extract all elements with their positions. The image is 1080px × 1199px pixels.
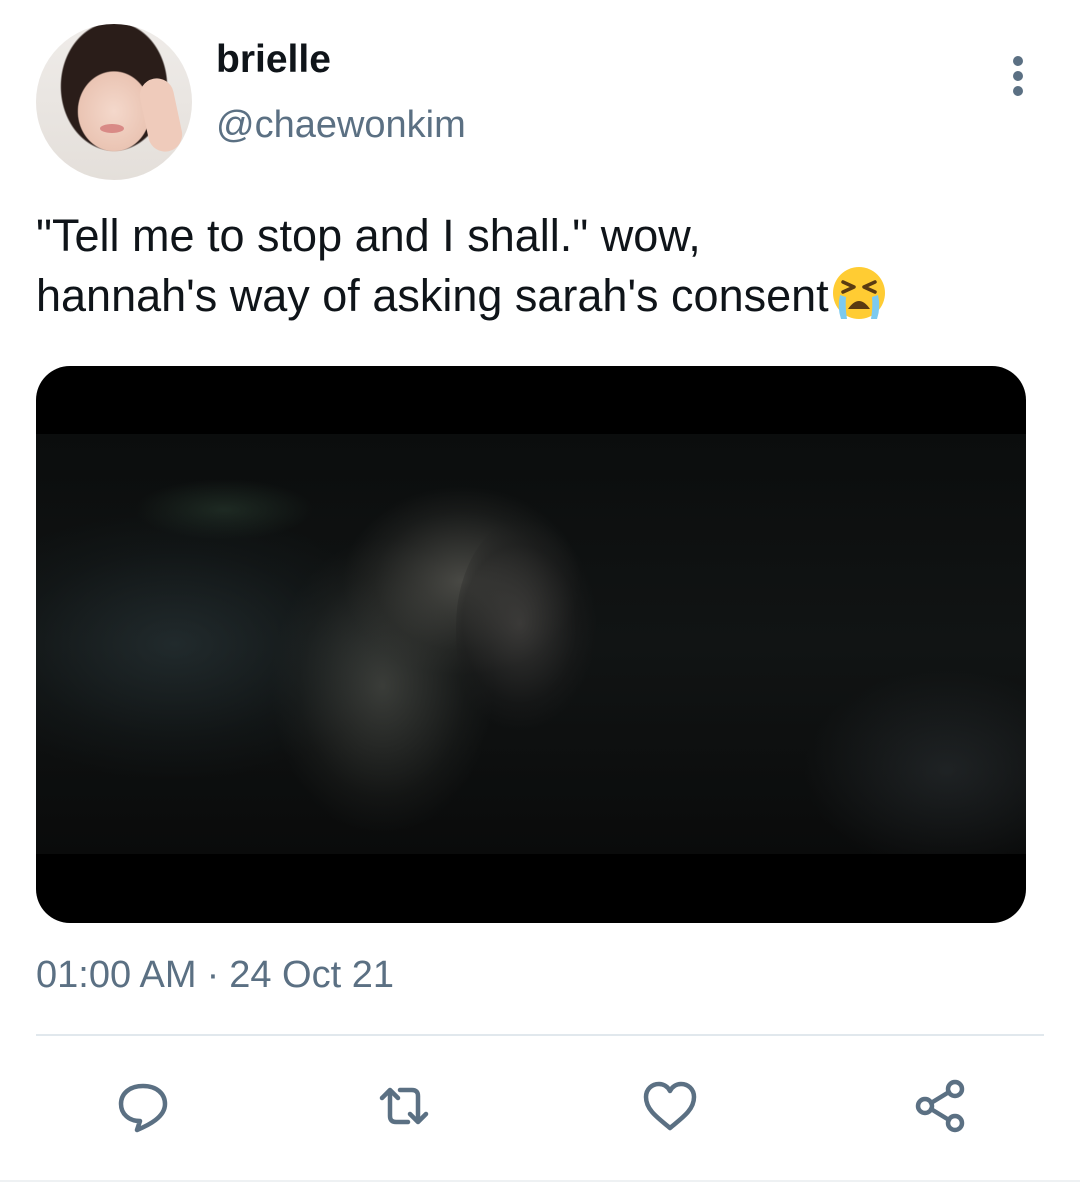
action-bar xyxy=(0,1070,1080,1150)
timestamp-separator: · xyxy=(206,954,220,996)
bottom-divider xyxy=(0,1180,1080,1182)
avatar-hand xyxy=(136,75,186,155)
heart-icon xyxy=(643,1081,697,1131)
tweet-text: "Tell me to stop and I shall." wow, hann… xyxy=(36,206,1046,325)
tweet-text-line: "Tell me to stop and I shall." wow, xyxy=(36,210,701,261)
crying-face-emoji-icon xyxy=(832,267,885,319)
tweet-text-segment: hannah's way of asking sarah's consent xyxy=(36,270,829,321)
more-dot xyxy=(1013,86,1023,96)
divider xyxy=(36,1034,1044,1036)
tweet-timestamp: 01:00 AM · 24 Oct 21 xyxy=(36,954,394,997)
author-handle[interactable]: @chaewonkim xyxy=(216,104,466,147)
more-dot xyxy=(1013,56,1023,66)
tweet-date: 24 Oct 21 xyxy=(229,954,394,996)
share-button[interactable] xyxy=(904,1070,976,1142)
reply-button[interactable] xyxy=(107,1070,179,1142)
tweet-media-video[interactable] xyxy=(36,366,1026,923)
more-vertical-icon[interactable] xyxy=(996,50,1040,102)
tweet-text-line: hannah's way of asking sarah's consent xyxy=(36,265,1046,325)
video-subject xyxy=(456,516,616,756)
comment-icon xyxy=(118,1083,168,1133)
like-button[interactable] xyxy=(634,1070,706,1142)
avatar[interactable] xyxy=(36,24,192,180)
avatar-lips xyxy=(100,124,124,133)
more-dot xyxy=(1013,71,1023,81)
share-icon xyxy=(915,1079,965,1133)
retweet-icon xyxy=(379,1087,429,1125)
tweet-time: 01:00 AM xyxy=(36,954,197,996)
retweet-button[interactable] xyxy=(368,1070,440,1142)
tweet-detail: brielle @chaewonkim "Tell me to stop and… xyxy=(0,0,1080,1199)
author-name[interactable]: brielle xyxy=(216,38,331,82)
